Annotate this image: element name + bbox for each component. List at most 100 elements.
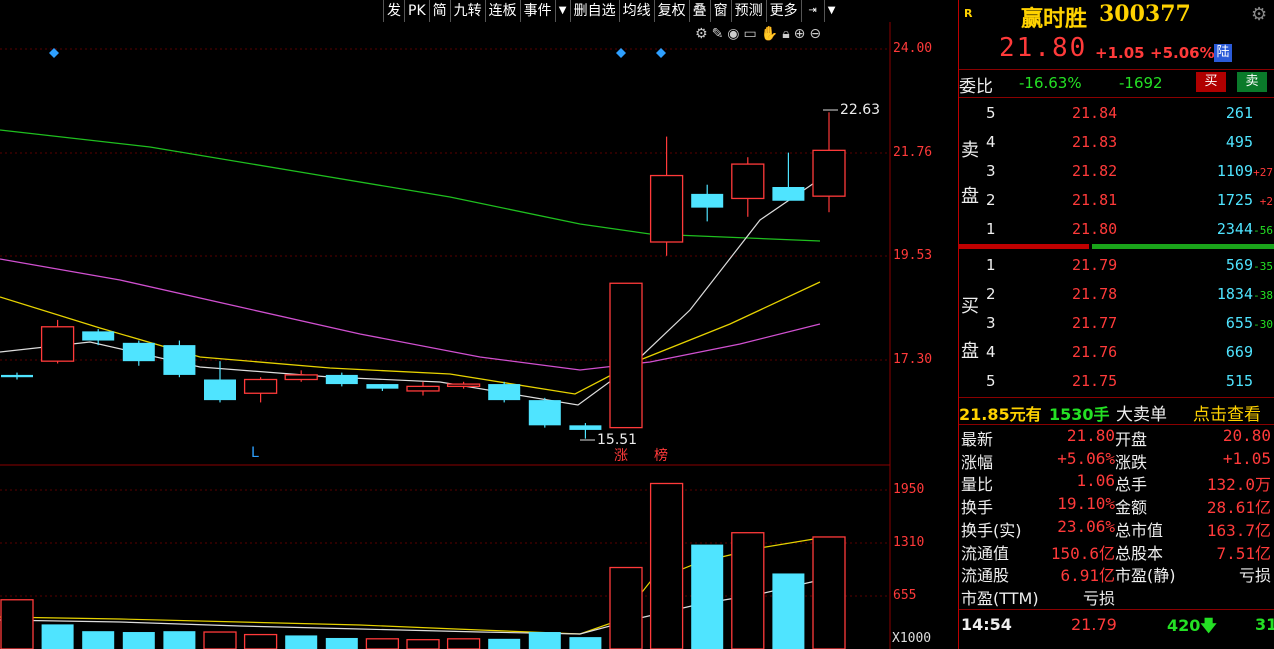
volume-bar — [609, 566, 643, 649]
candle-body — [691, 193, 724, 208]
candle-body — [243, 378, 278, 394]
dragon-list-tag[interactable]: 榜 — [654, 445, 668, 465]
lu-badge[interactable]: 陆 — [1214, 44, 1232, 62]
weibi-ratio: -16.63% — [1019, 74, 1082, 92]
dropdown-arrow-icon[interactable]: ▼ — [554, 0, 570, 22]
toolbar-item[interactable]: 预测 — [730, 0, 766, 22]
sell-button[interactable]: 卖 — [1237, 72, 1267, 92]
big-order-qty: 1530手 — [1049, 405, 1110, 424]
volume-tick: 1310 — [893, 535, 925, 550]
volume-bar — [285, 635, 318, 649]
stat-value: 28.61亿 — [1206, 498, 1271, 518]
stat-row: 流通值 150.6亿 总股本 7.51亿 — [959, 540, 1274, 563]
toolbar-item[interactable]: 均线 — [618, 0, 654, 22]
price-tick: 17.30 — [893, 352, 933, 367]
orderbook-level: 1 — [986, 256, 996, 274]
stat-key: 量比 — [961, 475, 994, 495]
orderbook-row[interactable]: 4 21.83 495 — [959, 129, 1274, 157]
candle-body — [284, 374, 318, 381]
candle-body — [40, 326, 75, 362]
orderbook-row[interactable]: 1 21.79 569 -35 — [959, 252, 1274, 280]
big-order-link[interactable]: 点击查看 — [1193, 400, 1261, 425]
orderbook-level: 5 — [986, 104, 996, 122]
stat-key: 最新 — [961, 430, 994, 449]
toolbar-item[interactable]: 发 — [383, 0, 404, 22]
big-order-label: 大卖单 — [1116, 405, 1167, 425]
orderbook-change: +27 — [1253, 166, 1273, 179]
pen-icon[interactable]: ✎ — [712, 26, 724, 42]
volume-tick: 1950 — [893, 482, 925, 497]
tick-volume: 420🡇 — [1167, 616, 1217, 635]
candle-body — [122, 342, 155, 362]
zoom-in-icon[interactable]: ⊕ — [794, 26, 806, 42]
toolbar-item[interactable]: 连板 — [484, 0, 520, 22]
volume-bar — [243, 633, 278, 649]
eye-icon[interactable]: ◉ — [727, 26, 739, 42]
screen-icon[interactable]: ▭ — [744, 26, 757, 42]
stat-value: 亏损 — [1082, 588, 1115, 608]
orderbook-row[interactable]: 4 21.76 669 — [959, 339, 1274, 367]
stats-table: 最新 21.80 开盘 20.80 涨幅 +5.06% 涨跌 +1.05 量比 1.06 总手 132… — [959, 426, 1274, 608]
toolbar-item[interactable]: 叠 — [688, 0, 710, 22]
settings-icon[interactable]: ⚙ — [1251, 4, 1267, 25]
orderbook-change: -38 — [1253, 289, 1273, 302]
orderbook-row[interactable]: 3 21.82 1109 +27 — [959, 158, 1274, 186]
toolbar-item[interactable]: 更多 — [765, 0, 801, 22]
candle-body — [488, 384, 521, 401]
orderbook-price: 21.79 — [1072, 256, 1118, 274]
volume-bar — [406, 639, 440, 649]
ma-yellow-line — [0, 281, 821, 395]
stat-value: 20.80 — [1222, 426, 1271, 445]
stat-value: 1.06 — [1076, 471, 1115, 491]
volume-bar — [812, 536, 846, 649]
price-tick: 19.53 — [893, 248, 933, 263]
toolbar-item[interactable]: 删自选 — [569, 0, 619, 22]
orderbook-row[interactable]: 5 21.75 515 — [959, 368, 1274, 396]
weibi-label: 委比 — [959, 77, 993, 97]
zoom-out-icon[interactable]: ⊖ — [809, 26, 821, 42]
toolbar-item[interactable]: 九转 — [449, 0, 485, 22]
big-order-price: 21.85元有 — [959, 405, 1042, 424]
candle-body — [82, 331, 115, 341]
buy-button[interactable]: 买 — [1196, 72, 1226, 92]
dropdown-arrow-icon[interactable]: ▼ — [823, 0, 839, 22]
kline-svg — [0, 22, 891, 649]
toolbar-item[interactable]: 复权 — [653, 0, 689, 22]
orderbook-level: 4 — [986, 133, 996, 151]
hand-icon[interactable]: ✋ — [761, 26, 778, 42]
orderbook-row[interactable]: 5 21.84 261 — [959, 100, 1274, 128]
volume-unit: X1000 — [892, 631, 932, 646]
orderbook-volume: 2344 — [1216, 220, 1253, 238]
buy-orderbook: 1 21.79 569 -35 2 21.78 1834 -38 3 21.77 655 -30 4 21… — [959, 252, 1274, 397]
kline-chart-area[interactable]: ⚙ ✎ ◉ ▭ ✋ 🔒︎ ⊕ ⊖ 24.00 21.76 19.53 17.30… — [0, 22, 958, 649]
candle-body — [569, 425, 602, 430]
volume-bars-group — [0, 482, 846, 649]
ma-white-line — [0, 178, 821, 406]
volume-bar — [649, 482, 684, 649]
orderbook-level: 1 — [986, 220, 996, 238]
toolbar-item[interactable]: PK — [404, 0, 429, 22]
toolbar-item[interactable]: 简 — [428, 0, 450, 22]
event-marker-icon — [616, 48, 626, 58]
candles-group — [1, 112, 846, 439]
lock-icon[interactable]: 🔒︎ — [782, 26, 789, 42]
stock-name: 赢时胜 — [1021, 6, 1088, 32]
settings-icon[interactable]: ⚙ — [695, 26, 708, 42]
volume-bar — [122, 632, 155, 649]
orderbook-row[interactable]: 3 21.77 655 -30 — [959, 310, 1274, 338]
toolbar-item[interactable]: 事件 — [519, 0, 555, 22]
orderbook-row[interactable]: 1 21.80 2344 -56 — [959, 216, 1274, 244]
pin-icon[interactable]: ⇥ — [800, 0, 824, 22]
orderbook-row[interactable]: 2 21.78 1834 -38 — [959, 281, 1274, 309]
stat-row: 换手(实) 23.06% 总市值 163.7亿 — [959, 517, 1274, 540]
toolbar-item[interactable]: 窗 — [709, 0, 731, 22]
orderbook-volume: 1725 — [1216, 191, 1253, 209]
volume-bar — [446, 638, 481, 649]
limit-up-tag[interactable]: 涨 — [614, 445, 628, 465]
stat-key: 涨幅 — [961, 452, 994, 472]
candle-body — [528, 400, 561, 426]
high-price-label: 22.63 — [840, 102, 881, 118]
orderbook-change: -35 — [1253, 260, 1273, 273]
orderbook-row[interactable]: 2 21.81 1725 +2 — [959, 187, 1274, 215]
stat-key: 总股本 — [1115, 543, 1164, 563]
